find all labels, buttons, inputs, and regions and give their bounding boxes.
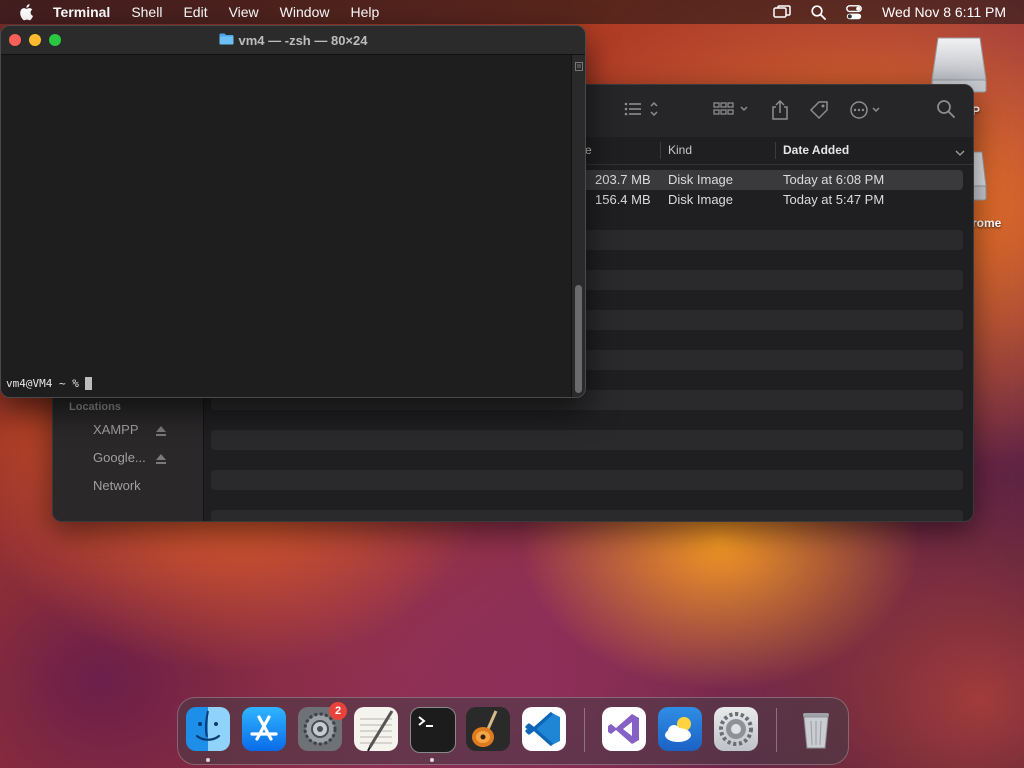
terminal-output[interactable] xyxy=(1,55,571,397)
desktop-icon-label: rome xyxy=(972,216,1002,230)
menu-clock[interactable]: Wed Nov 8 6:11 PM xyxy=(882,4,1006,20)
dock-divider xyxy=(584,708,585,752)
file-kind: Disk Image xyxy=(668,192,734,207)
column-date-added-header[interactable]: Date Added xyxy=(783,143,849,157)
dock-weather-icon[interactable] xyxy=(658,707,702,751)
menu-window[interactable]: Window xyxy=(280,0,330,24)
menu-view[interactable]: View xyxy=(229,0,259,24)
sort-chevron-icon[interactable] xyxy=(955,146,965,160)
tag-icon[interactable] xyxy=(808,99,830,126)
eject-icon[interactable] xyxy=(155,424,169,438)
scrollbar-thumb[interactable] xyxy=(575,285,582,393)
dock-trash-icon[interactable] xyxy=(794,707,838,751)
running-indicator xyxy=(206,758,210,762)
file-size: 203.7 MB xyxy=(595,172,651,187)
menu-edit[interactable]: Edit xyxy=(183,0,207,24)
notification-badge: 2 xyxy=(329,702,347,720)
running-indicator xyxy=(430,758,434,762)
window-title: vm4 — -zsh — 80×24 xyxy=(1,26,585,54)
terminal-prompt-line[interactable]: vm4@VM4 ~ % xyxy=(6,377,92,390)
empty-row xyxy=(211,430,963,450)
dock: 2 xyxy=(177,697,849,765)
list-view-icon[interactable] xyxy=(623,99,659,124)
dock-app-store-icon[interactable] xyxy=(242,707,286,751)
eject-icon[interactable] xyxy=(155,452,169,466)
dock-finder-icon[interactable] xyxy=(186,707,230,751)
file-size: 156.4 MB xyxy=(595,192,651,207)
file-kind: Disk Image xyxy=(668,172,734,187)
column-divider xyxy=(775,142,776,159)
column-divider xyxy=(660,142,661,159)
dock-settings-icon[interactable] xyxy=(714,707,758,751)
dock-vscode-icon[interactable] xyxy=(522,707,566,751)
menu-bar: Terminal Shell Edit View Window Help Wed… xyxy=(0,0,1024,24)
folder-icon xyxy=(219,33,234,48)
terminal-title-text: vm4 — -zsh — 80×24 xyxy=(238,32,368,48)
dock-divider xyxy=(776,708,777,752)
empty-row xyxy=(211,470,963,490)
sidebar-item-google[interactable]: Google... xyxy=(93,450,146,465)
dock-garageband-icon[interactable] xyxy=(466,707,510,751)
scrollbar[interactable] xyxy=(571,55,585,397)
dock-visual-studio-icon[interactable] xyxy=(602,707,646,751)
dock-textedit-icon[interactable] xyxy=(354,707,398,752)
scroll-up-icon[interactable] xyxy=(575,58,583,76)
sidebar-item-network[interactable]: Network xyxy=(93,478,141,493)
share-icon[interactable] xyxy=(771,99,789,126)
empty-row xyxy=(211,510,963,521)
text-cursor xyxy=(84,377,92,390)
menu-app-name[interactable]: Terminal xyxy=(53,0,110,24)
search-icon[interactable] xyxy=(936,99,956,124)
column-kind-header[interactable]: Kind xyxy=(668,143,692,157)
prompt-text: vm4@VM4 ~ % xyxy=(6,377,79,390)
sidebar-section-locations: Locations xyxy=(69,401,121,413)
screen-mirroring-icon[interactable] xyxy=(773,5,791,19)
spotlight-search-icon[interactable] xyxy=(811,4,826,20)
column-size-header[interactable]: e xyxy=(585,143,592,157)
control-center-icon[interactable] xyxy=(846,4,862,20)
group-view-icon[interactable] xyxy=(713,99,751,124)
sidebar-item-xampp[interactable]: XAMPP xyxy=(93,422,139,437)
menu-help[interactable]: Help xyxy=(350,0,379,24)
file-date-added: Today at 5:47 PM xyxy=(783,192,885,207)
dock-system-preferences-icon[interactable]: 2 xyxy=(298,702,347,751)
more-actions-icon[interactable] xyxy=(848,99,886,126)
dock-terminal-icon[interactable] xyxy=(410,707,456,753)
file-date-added: Today at 6:08 PM xyxy=(783,172,885,187)
apple-menu-icon[interactable] xyxy=(18,3,36,21)
menu-shell[interactable]: Shell xyxy=(131,0,162,24)
terminal-window[interactable]: vm4 — -zsh — 80×24 vm4@VM4 ~ % xyxy=(0,25,586,398)
terminal-titlebar[interactable]: vm4 — -zsh — 80×24 xyxy=(1,26,585,55)
